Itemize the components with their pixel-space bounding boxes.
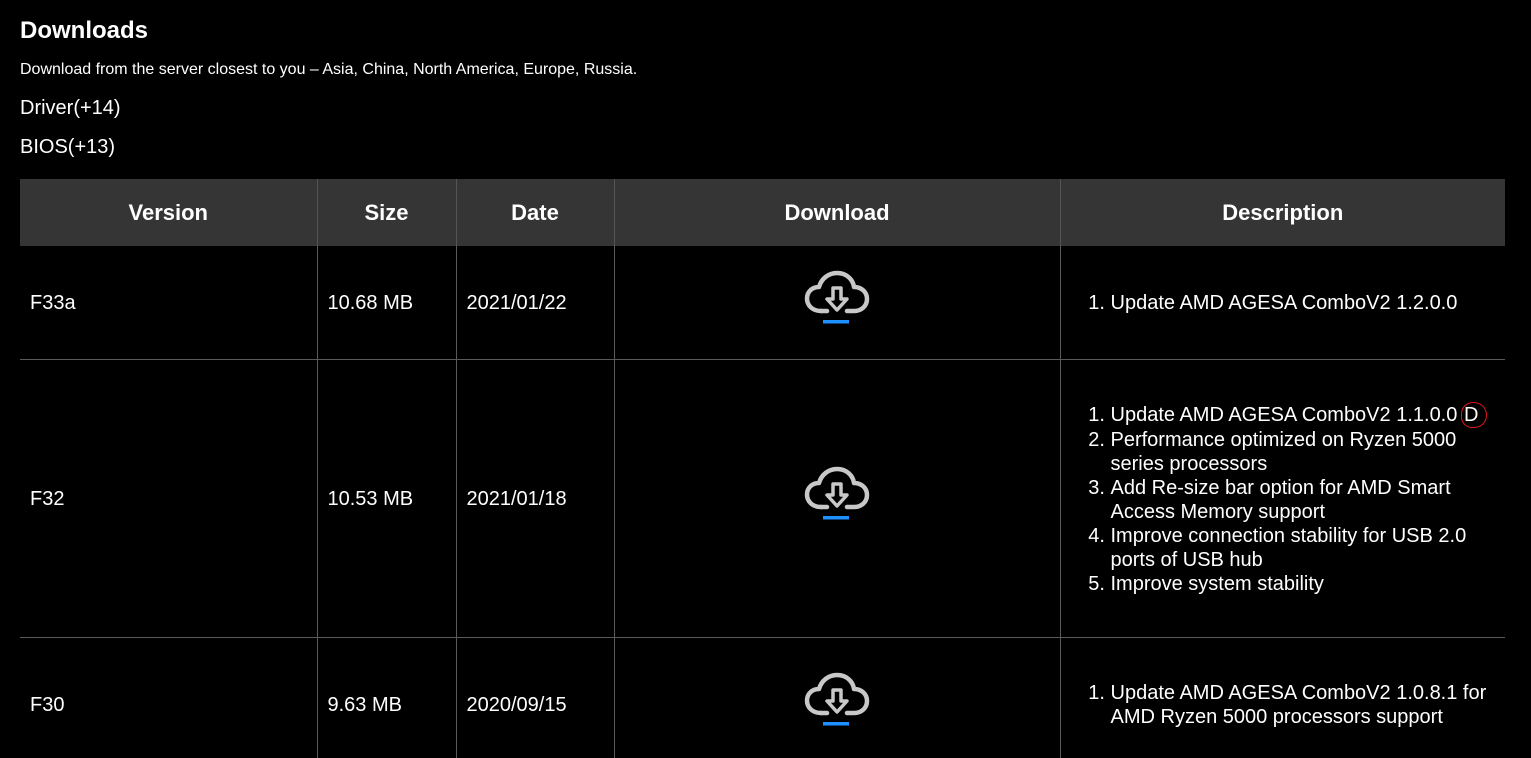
table-row: F33a 10.68 MB 2021/01/22 U xyxy=(20,246,1505,360)
description-item: Performance optimized on Ryzen 5000 seri… xyxy=(1111,428,1506,476)
description-item: Update AMD AGESA ComboV2 1.1.0.0 D xyxy=(1110,401,1506,428)
cell-size: 10.68 MB xyxy=(316,246,456,360)
table-header-row: Version Size Date Download Description xyxy=(20,179,1505,246)
cell-description: Update AMD AGESA ComboV2 1.1.0.0 D Perfo… xyxy=(1059,359,1506,638)
description-item: Improve connection stability for USB 2.0… xyxy=(1111,524,1506,572)
description-item: Improve system stability xyxy=(1111,572,1506,596)
cell-version: F33a xyxy=(20,246,317,360)
cell-date: 2021/01/22 xyxy=(455,246,614,360)
category-driver[interactable]: Driver(+14) xyxy=(20,96,121,120)
cell-download xyxy=(613,359,1060,638)
cell-date: 2021/01/18 xyxy=(455,359,614,638)
red-circle-annotation: D xyxy=(1460,401,1488,428)
header-description: Description xyxy=(1059,179,1505,246)
header-download: Download xyxy=(613,179,1060,246)
cell-description: Update AMD AGESA ComboV2 1.0.8.1 for AMD… xyxy=(1059,637,1506,758)
cloud-download-icon[interactable] xyxy=(804,270,870,326)
header-version: Version xyxy=(20,179,317,246)
cell-version: F30 xyxy=(20,637,317,758)
page-subtitle: Download from the server closest to you … xyxy=(20,61,638,78)
cloud-download-icon[interactable] xyxy=(804,466,870,522)
header-date: Date xyxy=(455,179,614,246)
cell-version: F32 xyxy=(20,359,317,638)
description-item: Update AMD AGESA ComboV2 1.0.8.1 for AMD… xyxy=(1111,681,1506,729)
cell-date: 2020/09/15 xyxy=(455,637,614,758)
description-item: Add Re-size bar option for AMD Smart Acc… xyxy=(1111,476,1506,524)
downloads-table: Version Size Date Download Description F… xyxy=(20,179,1505,758)
category-bios[interactable]: BIOS(+13) xyxy=(20,135,115,159)
cell-size: 10.53 MB xyxy=(316,359,456,638)
table-row: F30 9.63 MB 2020/09/15 Upd xyxy=(20,637,1506,758)
page-title: Downloads xyxy=(20,17,149,44)
cloud-download-icon[interactable] xyxy=(804,672,870,728)
description-item: Update AMD AGESA ComboV2 1.2.0.0 xyxy=(1111,291,1506,315)
description-text: Update AMD AGESA ComboV2 1.1.0.0 xyxy=(1110,403,1458,426)
table-row: F32 10.53 MB 2021/01/18 Up xyxy=(20,359,1506,638)
cell-size: 9.63 MB xyxy=(316,637,456,758)
header-size: Size xyxy=(316,179,456,246)
cell-download xyxy=(613,246,1060,360)
cell-description: Update AMD AGESA ComboV2 1.2.0.0 xyxy=(1059,246,1506,360)
cell-download xyxy=(613,637,1060,758)
